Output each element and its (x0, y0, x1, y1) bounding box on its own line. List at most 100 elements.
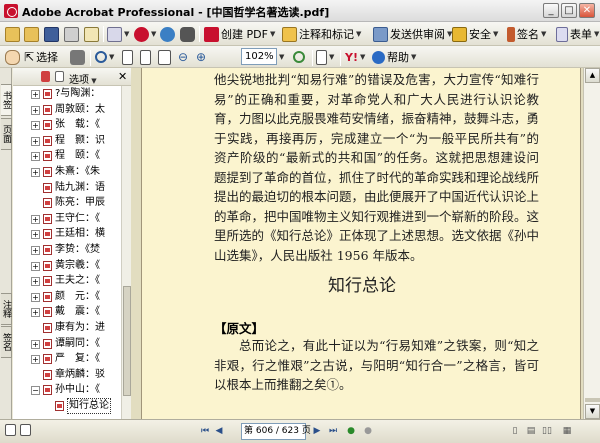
last-page-button[interactable]: ⏭ (327, 425, 339, 437)
expand-icon[interactable]: + (31, 152, 40, 162)
snapshot-button[interactable] (70, 48, 85, 66)
bookmarks-scrollbar[interactable] (121, 86, 131, 419)
expand-icon[interactable]: + (31, 292, 40, 302)
expand-icon[interactable]: + (31, 136, 40, 146)
create-pdf-button[interactable]: 创建 PDF ▼ (204, 25, 275, 43)
expand-icon[interactable]: + (31, 308, 40, 318)
maximize-button[interactable]: □ (561, 3, 577, 18)
scroll-up-icon[interactable]: ▲ (585, 68, 600, 83)
zoom-out-button[interactable]: ⊖ (178, 48, 188, 66)
email-button[interactable] (84, 25, 99, 43)
bookmark-item[interactable]: + 李贽：《焚 (13, 242, 121, 258)
tab-bookmarks[interactable]: 书签 (1, 84, 12, 116)
security-button[interactable]: 安全 ▼ (452, 25, 498, 43)
sign-button[interactable]: 签名 ▼ (507, 25, 546, 43)
page-number-field[interactable]: 第 606 / 623 页 (241, 423, 311, 440)
expand-icon[interactable]: + (31, 121, 40, 131)
open-button[interactable] (5, 25, 20, 43)
bookmark-icon (43, 276, 52, 287)
expand-icon[interactable]: + (31, 214, 40, 224)
comment-button[interactable]: 注释和标记 ▼ (282, 25, 361, 43)
rotate-button[interactable] (293, 48, 305, 66)
expand-icon[interactable]: + (31, 355, 40, 365)
prev-page-button[interactable]: ◀ (213, 425, 225, 437)
scroll-down-icon[interactable]: ▼ (585, 404, 600, 419)
go-forward-icon[interactable]: ● (362, 425, 374, 437)
tab-signatures[interactable]: 签名 (1, 326, 12, 358)
bookmark-item[interactable]: + 戴 震：《 (13, 304, 121, 320)
page-layout-button[interactable]: ▼ (316, 48, 334, 66)
bookmark-item[interactable]: + 张 载：《 (13, 117, 121, 133)
select-tool-button[interactable]: ⇱ 选择 (24, 48, 58, 66)
bookmark-item[interactable]: + ?与陶渊： (13, 86, 121, 102)
first-page-button[interactable]: ⏮ (199, 425, 211, 437)
tab-pages[interactable]: 页面 (1, 118, 12, 150)
search-button[interactable] (180, 25, 195, 43)
expand-icon[interactable]: + (31, 246, 40, 255)
bookmark-icon (43, 198, 52, 209)
expand-icon[interactable]: + (31, 168, 40, 177)
bookmark-item[interactable]: − 孙中山：《 (13, 382, 121, 398)
scrollbar-thumb[interactable] (123, 286, 131, 396)
create-button[interactable] (24, 25, 39, 43)
single-page-icon[interactable]: ▯ (509, 425, 521, 437)
zoom-in-button[interactable]: ⊕ (196, 48, 206, 66)
bookmark-item[interactable]: 陈亮：甲辰 (13, 195, 121, 211)
fit-page-button[interactable] (140, 48, 151, 66)
layers-icon[interactable] (20, 424, 31, 440)
zoom-field[interactable]: 102% (241, 48, 277, 65)
bookmark-item[interactable]: + 周敦颐：太 (13, 102, 121, 118)
expand-icon[interactable]: + (31, 230, 40, 240)
expand-icon[interactable]: + (31, 339, 40, 349)
review-button[interactable] (160, 25, 175, 43)
bookmark-add-icon[interactable] (41, 71, 50, 85)
facing-icon[interactable]: ▯▯ (541, 425, 553, 437)
bookmark-item[interactable]: 康有为：进 (13, 320, 121, 336)
document-scroll-thumb[interactable] (585, 398, 600, 402)
send-review-button[interactable]: 发送供审阅 ▼ (373, 25, 452, 43)
continuous-icon[interactable]: ▤ (525, 425, 537, 437)
page-thumbnails-icon[interactable] (5, 424, 16, 440)
tab-annotations[interactable]: 注释 (1, 293, 12, 325)
expand-icon[interactable]: + (31, 261, 40, 271)
yahoo-button[interactable]: Y! ▼ (345, 48, 365, 66)
bookmark-item[interactable]: + 王廷相：横 (13, 226, 121, 242)
expand-icon[interactable]: + (31, 105, 40, 115)
fit-width-button[interactable] (158, 48, 171, 66)
print-button[interactable] (64, 25, 79, 43)
close-button[interactable]: ✕ (579, 3, 595, 18)
expand-icon[interactable]: + (31, 90, 40, 99)
panel-close-icon[interactable]: ✕ (118, 70, 127, 83)
zoom-dropdown[interactable]: ▼ (279, 48, 284, 66)
continuous-facing-icon[interactable]: ▦ (561, 425, 573, 437)
bookmark-item[interactable]: 章炳麟：驳 (13, 367, 121, 383)
bookmark-item[interactable]: 陆九渊：语 (13, 180, 121, 196)
bookmark-item[interactable]: + 王守仁：《 (13, 211, 121, 227)
document-scrollbar[interactable]: ▲ ▼ (583, 68, 600, 419)
bookmark-item[interactable]: + 黄宗羲：《 (13, 258, 121, 274)
bookmark-item[interactable]: + 谭嗣同：《 (13, 336, 121, 352)
hand-tool-button[interactable] (5, 48, 20, 66)
go-back-icon[interactable]: ● (345, 425, 357, 437)
bookmark-item[interactable]: + 严 复：《 (13, 351, 121, 367)
actual-size-button[interactable] (122, 48, 133, 66)
options-menu[interactable]: 选项 ▼ (69, 71, 97, 86)
forms-button[interactable]: 表单 ▼ (556, 25, 599, 43)
bookmark-item[interactable]: + 王夫之：《 (13, 273, 121, 289)
bookmark-item[interactable]: 知行总论 (13, 398, 121, 414)
bookmark-expand-icon[interactable] (55, 71, 64, 85)
bookmark-item[interactable]: + 程 颐：《 (13, 148, 121, 164)
fit-page-icon (140, 49, 151, 65)
attach-button[interactable]: ▼ (107, 25, 129, 43)
zoom-tool-button[interactable]: ▼ (95, 48, 114, 66)
minimize-button[interactable]: _ (543, 3, 559, 18)
help-button[interactable]: 帮助 ▼ (372, 48, 416, 66)
save-button[interactable] (44, 25, 59, 43)
expand-icon[interactable]: + (31, 277, 40, 287)
bookmark-item[interactable]: + 程 颢：识 (13, 133, 121, 149)
bookmark-item[interactable]: + 朱熹：《朱 (13, 164, 121, 180)
next-page-button[interactable]: ▶ (311, 425, 323, 437)
web-button[interactable]: ▼ (134, 25, 156, 43)
bookmark-item[interactable]: + 颜 元：《 (13, 289, 121, 305)
collapse-icon[interactable]: − (31, 386, 40, 396)
